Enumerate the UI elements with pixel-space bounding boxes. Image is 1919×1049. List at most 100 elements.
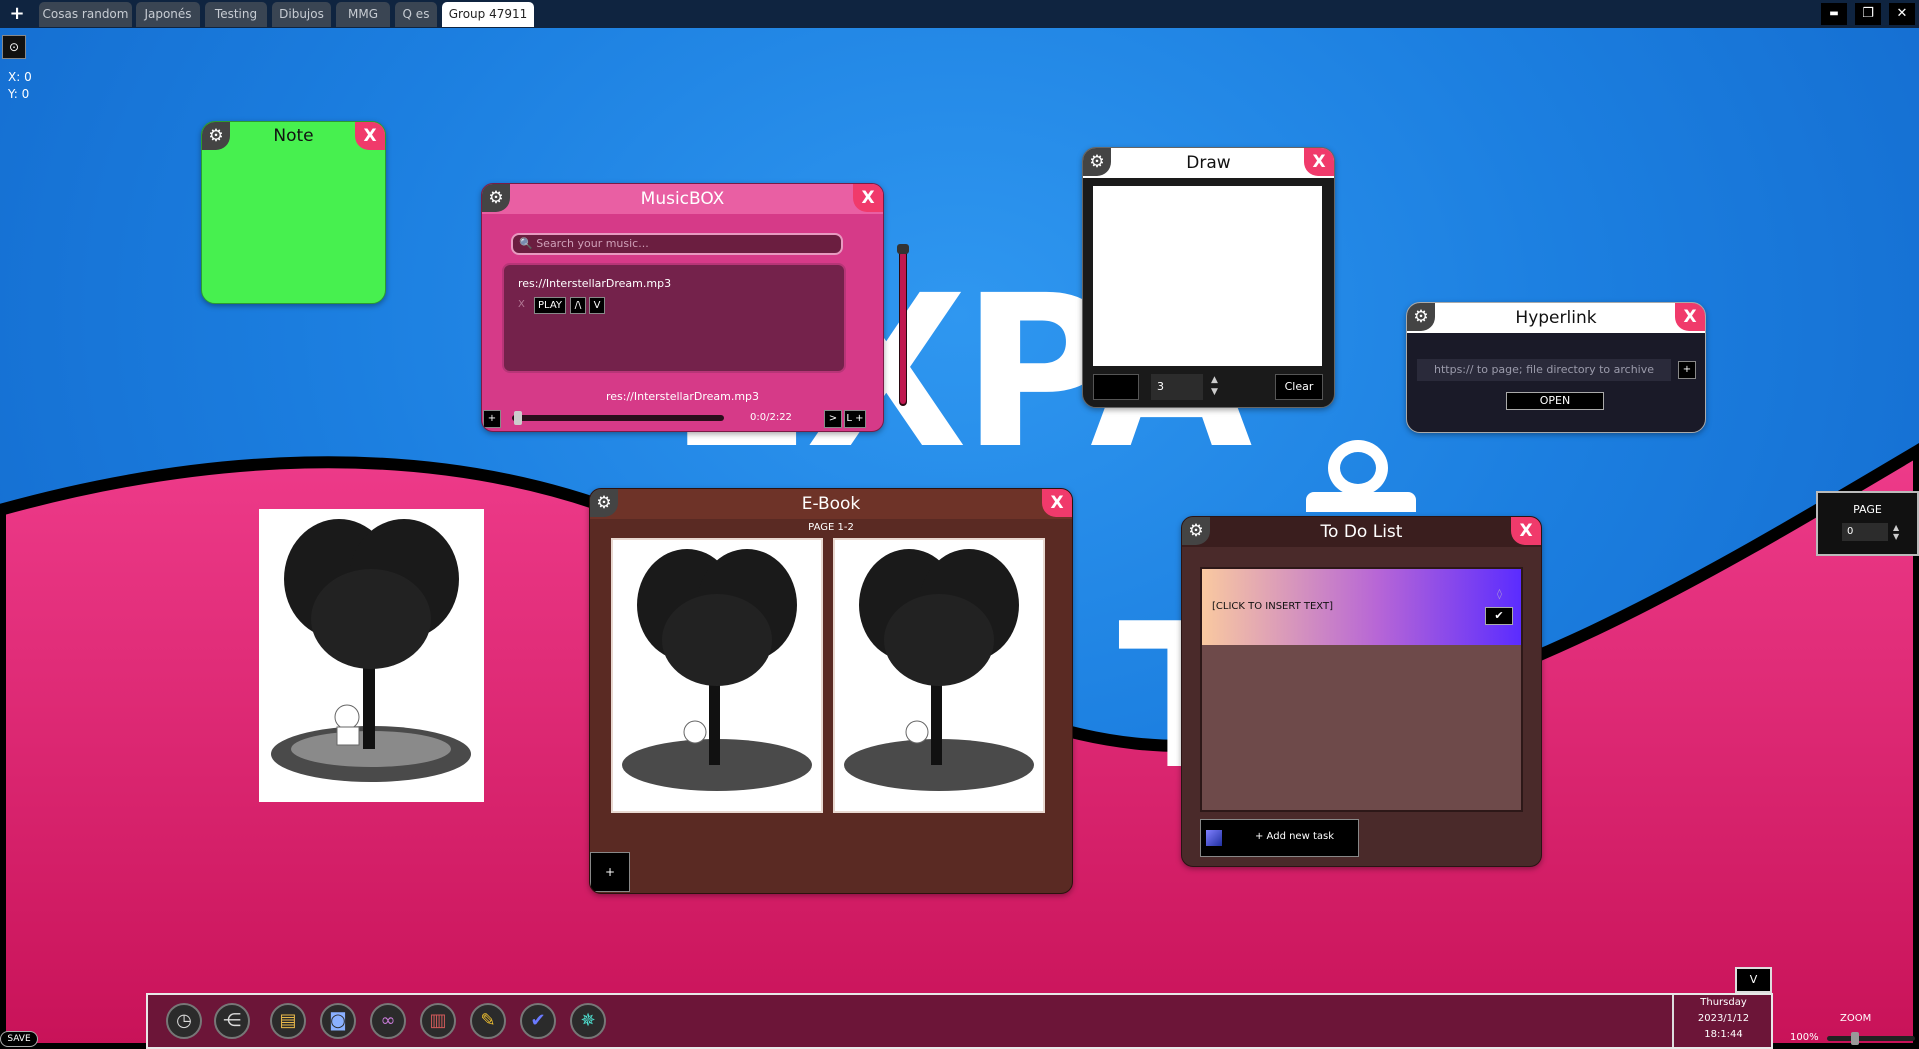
todo-color-swatch[interactable] (1206, 830, 1222, 846)
tab-bar: + Cosas random Japonés Testing Dibujos M… (0, 0, 1919, 28)
tab-cosas-random[interactable]: Cosas random (39, 2, 132, 27)
minimize-button[interactable]: ▬ (1821, 3, 1847, 25)
save-button[interactable]: SAVE (0, 1031, 38, 1047)
close-window-button[interactable]: ✕ (1889, 3, 1915, 25)
hyperlink-add-button[interactable]: + (1678, 361, 1696, 379)
music-search-placeholder: 🔍 Search your music... (519, 237, 649, 250)
network-icon[interactable]: ✵ (570, 1003, 606, 1039)
image-widget-tree[interactable] (259, 509, 484, 802)
hyperlink-title: Hyperlink (1515, 308, 1597, 328)
ebook-header[interactable]: E-Book (590, 489, 1072, 519)
coord-y: Y: 0 (8, 87, 30, 101)
antenna-icon[interactable]: ⋲ (214, 1003, 250, 1039)
musicbox-title: MusicBOX (640, 189, 725, 209)
zoom-label: ZOOM (1840, 1013, 1872, 1024)
note-settings-gear-icon[interactable]: ⚙ (202, 122, 230, 150)
musicbox-close-button[interactable]: X (853, 184, 883, 212)
ebook-settings-gear-icon[interactable]: ⚙ (590, 489, 618, 517)
musicbox-settings-gear-icon[interactable]: ⚙ (482, 184, 510, 212)
note-widget[interactable]: Note ⚙ X (201, 121, 386, 304)
draw-canvas[interactable] (1093, 186, 1322, 366)
music-add-button[interactable]: + (483, 410, 501, 428)
hyperlink-close-button[interactable]: X (1675, 303, 1705, 331)
hyperlink-settings-gear-icon[interactable]: ⚙ (1407, 303, 1435, 331)
hyperlink-url-input[interactable]: https:// to page; file directory to arch… (1417, 359, 1671, 381)
ebook-page-right[interactable] (833, 538, 1045, 813)
todo-task-check-button[interactable]: ✔ (1485, 607, 1513, 625)
zoom-slider[interactable] (1827, 1032, 1915, 1045)
tab-mmg[interactable]: MMG (336, 2, 390, 27)
draw-close-button[interactable]: X (1304, 148, 1334, 176)
tab-dibujos[interactable]: Dibujos (272, 2, 331, 27)
music-track-remove-button[interactable]: X (518, 299, 525, 310)
link-icon[interactable]: ∞ (370, 1003, 406, 1039)
draw-settings-gear-icon[interactable]: ⚙ (1083, 148, 1111, 176)
origin-icon[interactable]: ⊙ (2, 35, 26, 59)
dock-clock: Thursday 2023/1/12 18:1:44 (1672, 995, 1773, 1047)
note-title: Note (273, 126, 314, 146)
todo-task-item[interactable]: [CLICK TO INSERT TEXT] ◊ ✔ (1202, 569, 1521, 645)
page-stepper-icon[interactable]: ▲ ▼ (1893, 523, 1899, 541)
tab-testing[interactable]: Testing (205, 2, 267, 27)
camera-icon[interactable]: ◙ (320, 1003, 356, 1039)
draw-header[interactable]: Draw (1083, 148, 1334, 178)
music-loop-button[interactable]: L + (844, 410, 866, 428)
dock-date: 2023/1/12 (1697, 1013, 1750, 1024)
music-volume-slider[interactable] (897, 244, 909, 406)
hyperlink-widget[interactable]: Hyperlink ⚙ X https:// to page; file dir… (1406, 302, 1706, 433)
draw-color-picker[interactable] (1093, 374, 1139, 400)
tab-japones[interactable]: Japonés (136, 2, 200, 27)
tab-q-es[interactable]: Q es (395, 2, 437, 27)
ebook-widget[interactable]: E-Book ⚙ X PAGE 1-2 + (589, 488, 1073, 894)
musicbox-header[interactable]: MusicBOX (482, 184, 883, 214)
note-body[interactable] (202, 150, 385, 303)
todo-task-drag-handle-icon[interactable]: ◊ (1497, 589, 1502, 600)
ebook-page-left-illustration (622, 549, 812, 791)
clock-icon[interactable]: ◷ (166, 1003, 202, 1039)
notepad-icon[interactable]: ▤ (270, 1003, 306, 1039)
page-widget: PAGE 0 ▲ ▼ (1816, 491, 1919, 556)
music-search-input[interactable]: 🔍 Search your music... (511, 233, 843, 255)
todo-title: To Do List (1320, 522, 1403, 542)
draw-brush-size-stepper-icon[interactable]: ▲ ▼ (1211, 374, 1218, 398)
hyperlink-header[interactable]: Hyperlink (1407, 303, 1705, 333)
zoom-slider-handle[interactable] (1851, 1032, 1859, 1045)
draw-clear-button[interactable]: Clear (1275, 374, 1323, 400)
note-close-button[interactable]: X (355, 122, 385, 150)
pencil-icon[interactable]: ✎ (470, 1003, 506, 1039)
music-move-down-button[interactable]: V (589, 297, 605, 314)
books-icon[interactable]: ▥ (420, 1003, 456, 1039)
music-play-button[interactable]: PLAY (534, 297, 566, 314)
ebook-page-label: PAGE 1-2 (808, 522, 854, 533)
music-track-name[interactable]: res://InterstellarDream.mp3 (518, 277, 671, 290)
tab-group-47911[interactable]: Group 47911 (442, 2, 534, 27)
music-volume-handle[interactable] (897, 244, 909, 254)
draw-brush-size-input[interactable]: 3 (1151, 374, 1203, 400)
dock-day: Thursday (1700, 997, 1747, 1008)
draw-widget[interactable]: Draw ⚙ X 3 ▲ ▼ Clear (1082, 147, 1335, 408)
todo-settings-gear-icon[interactable]: ⚙ (1182, 517, 1210, 545)
coord-x: X: 0 (8, 70, 32, 84)
checkmark-icon[interactable]: ✔ (520, 1003, 556, 1039)
music-next-button[interactable]: > (824, 410, 842, 428)
ebook-add-button[interactable]: + (590, 852, 630, 892)
ebook-close-button[interactable]: X (1042, 489, 1072, 517)
music-time: 0:0/2:22 (750, 412, 792, 423)
ebook-title: E-Book (801, 494, 861, 514)
music-progress-slider[interactable] (512, 411, 724, 425)
todo-add-task-button[interactable]: + Add new task (1200, 819, 1359, 857)
hyperlink-open-button[interactable]: OPEN (1506, 392, 1604, 410)
page-number-input[interactable]: 0 (1842, 523, 1888, 541)
workspace-canvas[interactable]: EXPA TE + Cosas random Japonés Testing D… (0, 0, 1919, 1049)
add-tab-button[interactable]: + (6, 2, 28, 26)
todo-header[interactable]: To Do List (1182, 517, 1541, 547)
music-move-up-button[interactable]: /\ (570, 297, 586, 314)
todo-task-text[interactable]: [CLICK TO INSERT TEXT] (1212, 601, 1333, 612)
dock-collapse-button[interactable]: V (1735, 967, 1772, 993)
maximize-button[interactable]: ❐ (1855, 3, 1881, 25)
todo-close-button[interactable]: X (1511, 517, 1541, 545)
ebook-page-left[interactable] (611, 538, 823, 813)
musicbox-widget[interactable]: MusicBOX ⚙ X 🔍 Search your music... res:… (481, 183, 884, 432)
todo-widget[interactable]: To Do List ⚙ X [CLICK TO INSERT TEXT] ◊ … (1181, 516, 1542, 867)
music-progress-handle[interactable] (514, 411, 522, 425)
